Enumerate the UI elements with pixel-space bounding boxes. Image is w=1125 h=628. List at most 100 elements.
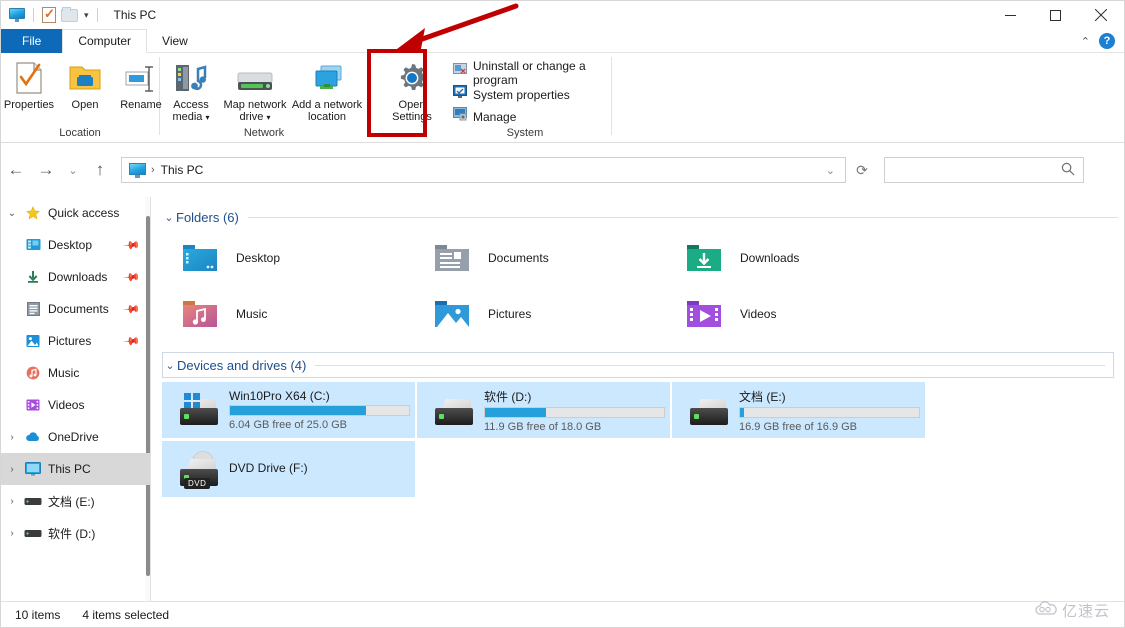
sidebar-item-videos[interactable]: Videos: [1, 389, 150, 421]
system-properties-item[interactable]: System properties: [449, 85, 611, 104]
item-label: Manage: [473, 110, 516, 124]
folder-label: Desktop: [236, 251, 280, 265]
drive-name: 文档 (E:): [739, 388, 924, 405]
sidebar-item-documents[interactable]: Documents 📌: [1, 293, 150, 325]
refresh-button[interactable]: ⟳: [846, 157, 878, 183]
ribbon-tab-right-controls: ⌃ ?: [1081, 29, 1124, 53]
sidebar-item-downloads[interactable]: Downloads 📌: [1, 261, 150, 293]
sidebar-item-drive-e[interactable]: › 文档 (E:): [1, 485, 150, 517]
up-button[interactable]: ↑: [85, 155, 115, 185]
recent-locations-button[interactable]: ⌄: [61, 155, 85, 185]
folder-icon[interactable]: [61, 9, 78, 22]
ribbon: Properties Open: [1, 53, 1124, 143]
sidebar-item-music[interactable]: Music: [1, 357, 150, 389]
drive-item-f[interactable]: DVD DVD Drive (F:): [162, 441, 415, 497]
videos-folder-icon: [684, 297, 724, 331]
chevron-right-icon[interactable]: ›: [1, 432, 23, 443]
collapse-ribbon-icon[interactable]: ⌃: [1081, 35, 1090, 48]
button-label: Open: [54, 99, 116, 111]
forward-button[interactable]: →: [31, 155, 61, 185]
drives-group-header[interactable]: ⌄ Devices and drives (4): [162, 352, 1114, 378]
map-network-drive-button[interactable]: Map network drive ▾: [219, 58, 291, 124]
desktop-icon: [23, 238, 43, 252]
system-small-items: Uninstall or change a program System pro…: [449, 58, 611, 126]
pin-icon[interactable]: 📌: [123, 300, 142, 319]
drive-icon: [23, 529, 43, 538]
close-button[interactable]: [1078, 1, 1124, 29]
open-folder-icon: [68, 61, 102, 95]
folder-item-pictures[interactable]: Pictures: [414, 286, 666, 342]
drive-free-space: 16.9 GB free of 16.9 GB: [739, 421, 924, 433]
breadcrumb[interactable]: This PC: [161, 163, 204, 177]
quick-access-toolbar: ▾ This PC: [1, 7, 156, 23]
group-title: Devices and drives (4): [177, 358, 306, 373]
chevron-down-icon[interactable]: ⌄: [163, 359, 177, 372]
selection-count: 4 items selected: [60, 608, 169, 622]
search-input[interactable]: [884, 157, 1084, 183]
sidebar-item-label: Documents: [48, 302, 109, 316]
folder-item-music[interactable]: Music: [162, 286, 414, 342]
capacity-bar: [484, 407, 665, 418]
folders-group-header[interactable]: ⌄ Folders (6): [162, 204, 1124, 230]
status-bar: 10 items 4 items selected: [1, 601, 1124, 627]
properties-icon[interactable]: [42, 7, 56, 23]
drive-free-space: 6.04 GB free of 25.0 GB: [229, 419, 414, 431]
drive-item-e[interactable]: 文档 (E:) 16.9 GB free of 16.9 GB: [672, 382, 925, 438]
button-label: Open Settings: [381, 99, 443, 123]
maximize-button[interactable]: [1033, 1, 1078, 29]
drive-icon: [23, 497, 43, 506]
chevron-right-icon[interactable]: ›: [1, 528, 23, 539]
navigation-pane[interactable]: ⌄ Quick access Desktop 📌 Downloads 📌: [1, 197, 151, 601]
folder-item-desktop[interactable]: Desktop: [162, 230, 414, 286]
sidebar-item-drive-d[interactable]: › 软件 (D:): [1, 517, 150, 549]
drive-item-d[interactable]: 软件 (D:) 11.9 GB free of 18.0 GB: [417, 382, 670, 438]
chevron-down-icon[interactable]: ▾: [84, 10, 89, 21]
pictures-folder-icon: [432, 297, 472, 331]
sidebar-item-onedrive[interactable]: › OneDrive: [1, 421, 150, 453]
pin-icon[interactable]: 📌: [123, 236, 142, 255]
open-settings-button[interactable]: Open Settings: [383, 58, 441, 123]
folder-item-downloads[interactable]: Downloads: [666, 230, 918, 286]
properties-button[interactable]: Properties: [1, 58, 57, 111]
chevron-right-icon[interactable]: ›: [1, 464, 23, 475]
tab-file[interactable]: File: [1, 29, 62, 53]
desktop-folder-icon: [180, 241, 220, 275]
divider: [611, 57, 612, 135]
drive-item-c[interactable]: Win10Pro X64 (C:) 6.04 GB free of 25.0 G…: [162, 382, 415, 438]
videos-icon: [23, 398, 43, 412]
sidebar-item-quick-access[interactable]: ⌄ Quick access: [1, 197, 150, 229]
drive-info: DVD Drive (F:): [229, 461, 414, 477]
button-label: Properties: [0, 99, 60, 111]
sidebar-item-pictures[interactable]: Pictures 📌: [1, 325, 150, 357]
pin-icon[interactable]: 📌: [123, 332, 142, 351]
tab-computer[interactable]: Computer: [62, 29, 147, 53]
back-button[interactable]: ←: [1, 155, 31, 185]
manage-item[interactable]: Manage: [449, 107, 611, 126]
access-media-button[interactable]: Access media ▾: [163, 58, 219, 124]
sidebar-item-label: Quick access: [48, 206, 119, 220]
magnifier-icon[interactable]: [1061, 162, 1075, 179]
open-button[interactable]: Open: [57, 58, 113, 111]
drive-name: Win10Pro X64 (C:): [229, 389, 414, 403]
chevron-right-icon[interactable]: ›: [1, 496, 23, 507]
music-folder-icon: [180, 297, 220, 331]
folder-item-videos[interactable]: Videos: [666, 286, 918, 342]
sidebar-item-this-pc[interactable]: › This PC: [1, 453, 150, 485]
uninstall-or-change-a-program-item[interactable]: Uninstall or change a program: [449, 63, 611, 82]
minimize-button[interactable]: [988, 1, 1033, 29]
address-dropdown-icon[interactable]: ⌄: [826, 164, 845, 177]
sidebar-item-label: This PC: [48, 462, 91, 476]
documents-icon: [23, 302, 43, 316]
sidebar-item-desktop[interactable]: Desktop 📌: [1, 229, 150, 261]
address-path-field[interactable]: › This PC ⌄: [121, 157, 846, 183]
chevron-down-icon[interactable]: ⌄: [162, 211, 176, 224]
tab-view[interactable]: View: [147, 29, 203, 53]
add-network-location-button[interactable]: Add a network location: [291, 58, 363, 123]
help-icon[interactable]: ?: [1099, 33, 1115, 49]
manage-icon: [453, 107, 467, 126]
content-pane[interactable]: ⌄ Folders (6) Desktop: [152, 197, 1124, 601]
button-label: Access media ▾: [160, 99, 222, 124]
chevron-down-icon[interactable]: ⌄: [1, 208, 23, 219]
folder-item-documents[interactable]: Documents: [414, 230, 666, 286]
pin-icon[interactable]: 📌: [123, 268, 142, 287]
